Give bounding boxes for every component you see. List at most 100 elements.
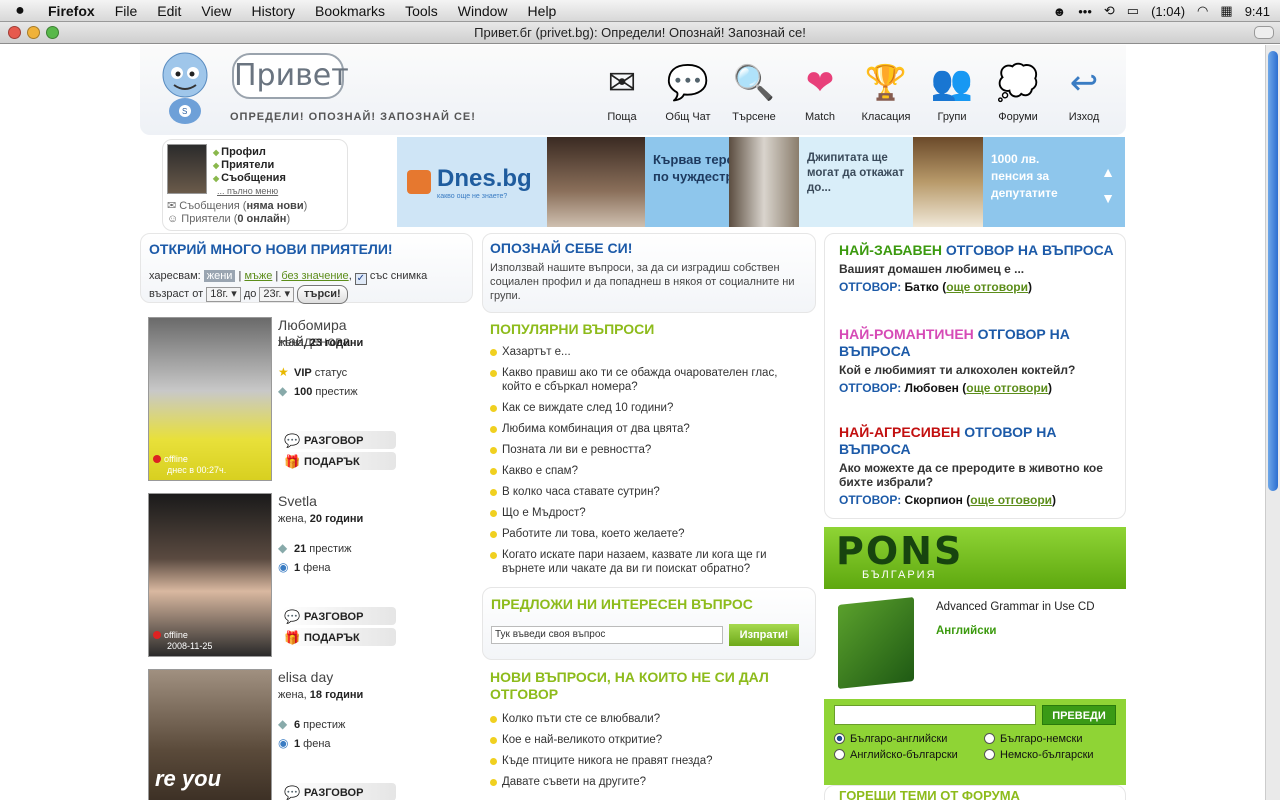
menu-tools[interactable]: Tools	[395, 3, 448, 19]
dots-icon[interactable]: •••	[1078, 4, 1092, 19]
question-link[interactable]: Що е Мъдрост?	[488, 506, 806, 520]
option-bg-de[interactable]: Българо-немски	[984, 733, 1124, 745]
toolbar-toggle-button[interactable]	[1254, 26, 1274, 39]
option-bg-en[interactable]: Българо-английски	[834, 733, 984, 745]
gift-button[interactable]: 🎁 ПОДАРЪК	[282, 452, 396, 470]
site-logo[interactable]: Привет	[232, 53, 349, 99]
dnes-logo[interactable]: Dnes.bg какво още не знаете?	[397, 137, 547, 227]
filter-any[interactable]: без значение	[281, 270, 348, 282]
question-link[interactable]: Колко пъти сте се влюбвали?	[488, 712, 806, 726]
about-panel: ОПОЗНАЙ СЕБЕ СИ! Използвай нашите въпрос…	[482, 233, 816, 645]
person-meta: жена, 18 години	[278, 689, 364, 701]
age-from-select[interactable]: 18г. ▾	[206, 287, 241, 302]
wifi-icon[interactable]: ◠	[1197, 3, 1208, 19]
person-photo[interactable]: offline днес в 00:27ч.	[148, 317, 272, 481]
avatar[interactable]	[167, 144, 207, 194]
friends-status[interactable]: ☺ Приятели (0 онлайн)	[167, 213, 307, 226]
menu-window[interactable]: Window	[448, 3, 518, 19]
question-link[interactable]: Какво е спам?	[488, 464, 806, 478]
banner-photo-1[interactable]	[547, 137, 645, 227]
time-machine-icon[interactable]: ⟲	[1104, 3, 1115, 19]
gift-button[interactable]: 🎁 ПОДАРЪК	[282, 628, 396, 646]
question-link[interactable]: Къде птиците никога не правят гнезда?	[488, 754, 806, 768]
menu-edit[interactable]: Edit	[147, 3, 191, 19]
pons-header[interactable]: PONS БЪЛГАРИЯ	[824, 527, 1126, 589]
book-title[interactable]: Advanced Grammar in Use CD	[936, 601, 1095, 613]
arrow-up-icon[interactable]: ▲	[1101, 159, 1115, 185]
banner-story-2[interactable]: Джипитата ще могат да откажат до...	[807, 151, 911, 196]
age-to-select[interactable]: 23г. ▾	[259, 287, 294, 302]
send-button[interactable]: Изпрати!	[729, 624, 799, 646]
chat-button[interactable]: 💬 РАЗГОВОР	[282, 431, 396, 449]
more-answers-link[interactable]: още отговори	[970, 493, 1052, 507]
question-link[interactable]: В колко часа ставате сутрин?	[488, 485, 806, 499]
answer-question[interactable]: Вашият домашен любимец е ...	[839, 262, 1119, 276]
banner-story-3[interactable]: 1000 лв. пенсия за депутатите	[991, 151, 1083, 202]
person-photo[interactable]: re you	[148, 669, 272, 800]
answer-question[interactable]: Кой е любимият ти алкохолен коктейл?	[839, 363, 1119, 377]
chat-button[interactable]: 💬 РАЗГОВОР	[282, 607, 396, 625]
nav-mail[interactable]: ✉ Поща	[592, 55, 652, 123]
battery-icon[interactable]: ▭	[1127, 3, 1139, 19]
translate-button[interactable]: ПРЕВЕДИ	[1042, 705, 1116, 725]
user-menu-messages[interactable]: ◆ Съобщения	[213, 172, 286, 185]
book-icon	[838, 597, 914, 689]
menu-view[interactable]: View	[191, 3, 241, 19]
question-input[interactable]: Тук въведи своя въпрос	[491, 626, 723, 644]
nav-search[interactable]: 🔍 Търсене	[724, 55, 784, 123]
pons-product[interactable]: Advanced Grammar in Use CD Английски	[824, 589, 1126, 699]
nav-forums[interactable]: 💭 Форуми	[988, 55, 1048, 123]
menu-app[interactable]: Firefox	[40, 3, 105, 19]
dnes-banner[interactable]: Dnes.bg какво още не знаете? Кървав терор…	[397, 137, 1125, 227]
more-answers-link[interactable]: още отговори	[946, 280, 1028, 294]
full-menu-link[interactable]: ... пълно меню	[217, 185, 286, 198]
minimize-button[interactable]	[27, 26, 40, 39]
menu-history[interactable]: History	[241, 3, 305, 19]
menu-file[interactable]: File	[105, 3, 148, 19]
question-link[interactable]: Какво правиш ако ти се обажда очаровател…	[488, 366, 806, 394]
question-link[interactable]: Когато искате пари назаем, казвате ли ко…	[488, 548, 806, 576]
with-photo-checkbox[interactable]: ✓	[354, 273, 367, 285]
question-link[interactable]: Работите ли това, което желаете?	[488, 527, 806, 541]
question-link[interactable]: Кое е най-великото откритие?	[488, 733, 806, 747]
nav-ranking[interactable]: 🏆 Класация	[856, 55, 916, 123]
question-link[interactable]: Позната ли ви е ревността?	[488, 443, 806, 457]
menu-help[interactable]: Help	[518, 3, 567, 19]
vertical-scrollbar[interactable]	[1265, 45, 1280, 800]
question-link[interactable]: Любима комбинация от два цвята?	[488, 422, 806, 436]
zoom-button[interactable]	[46, 26, 59, 39]
messages-status[interactable]: ✉ Съобщения (няма нови)	[167, 200, 307, 213]
user-menu-profile[interactable]: ◆ Профил	[213, 146, 286, 159]
clock[interactable]: 9:41	[1245, 4, 1270, 19]
nav-groups[interactable]: 👥 Групи	[922, 55, 982, 123]
person-name[interactable]: Svetla	[278, 493, 317, 509]
person-name[interactable]: elisa day	[278, 669, 333, 685]
close-button[interactable]	[8, 26, 21, 39]
apple-menu-icon[interactable]: ●	[0, 2, 40, 20]
question-link[interactable]: Давате съвети на другите?	[488, 775, 806, 789]
search-button[interactable]: търси!	[297, 285, 348, 304]
answer-question[interactable]: Ако можехте да се преродите в животно ко…	[839, 461, 1119, 489]
filter-men[interactable]: мъже	[244, 270, 272, 282]
question-link[interactable]: Как се виждате след 10 години?	[488, 401, 806, 415]
translate-input[interactable]	[834, 705, 1036, 725]
question-link[interactable]: Хазартът е...	[488, 345, 806, 359]
banner-photo-2[interactable]	[729, 137, 799, 227]
menu-bookmarks[interactable]: Bookmarks	[305, 3, 395, 19]
nav-match[interactable]: ❤ Match	[790, 55, 850, 123]
alien-icon[interactable]: ☻	[1053, 4, 1067, 19]
option-en-bg[interactable]: Английско-български	[834, 749, 984, 761]
filter-women[interactable]: жени	[203, 270, 236, 282]
scrollbar-thumb[interactable]	[1268, 51, 1278, 491]
banner-arrows: ▲ ▼	[1101, 159, 1115, 211]
nav-chat[interactable]: 💬 Общ Чат	[658, 55, 718, 123]
option-de-bg[interactable]: Немско-български	[984, 749, 1124, 761]
chat-button[interactable]: 💬 РАЗГОВОР	[282, 783, 396, 800]
more-answers-link[interactable]: още отговори	[966, 381, 1048, 395]
banner-photo-3[interactable]	[913, 137, 983, 227]
arrow-down-icon[interactable]: ▼	[1101, 185, 1115, 211]
person-photo[interactable]: offline 2008-11-25	[148, 493, 272, 657]
user-menu-friends[interactable]: ◆ Приятели	[213, 159, 286, 172]
nav-logout[interactable]: ↩ Изход	[1054, 55, 1114, 123]
flag-icon[interactable]: ▦	[1220, 3, 1232, 19]
